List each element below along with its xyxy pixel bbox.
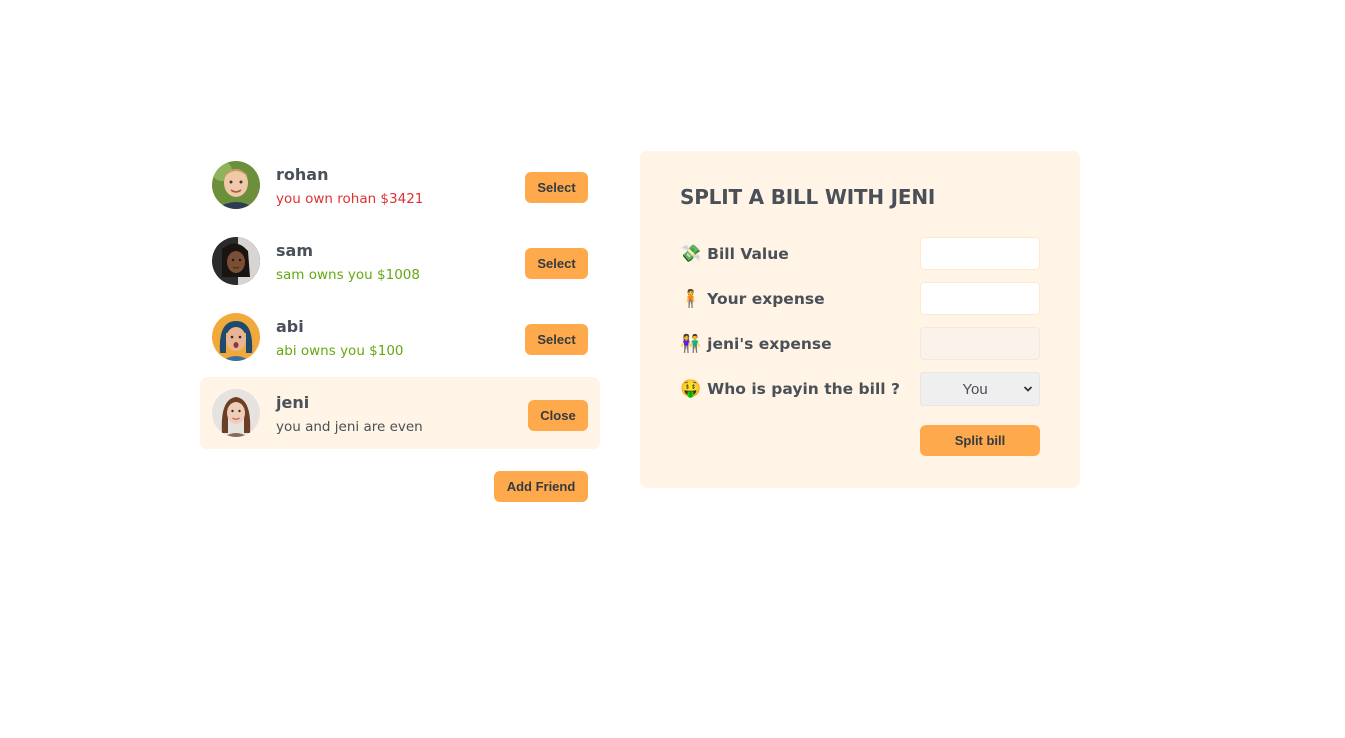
form-title: SPLIT A BILL WITH JENI [680, 185, 936, 209]
woman-avatar-icon [212, 389, 260, 437]
friend-item-sam: sam sam owns you $1008 Select [200, 225, 600, 297]
friend-name: abi [276, 317, 304, 336]
bill-value-label-text: Bill Value [707, 245, 789, 263]
friend-expense-row: 👫 jeni's expense [680, 327, 1040, 361]
money-mouth-face-icon: 🤑 [680, 379, 702, 399]
payer-selected-value: You [962, 380, 988, 398]
friend-expense-input [920, 327, 1040, 360]
your-expense-label-text: Your expense [707, 290, 825, 308]
boy-avatar-icon [212, 161, 260, 209]
friend-balance: abi owns you $100 [276, 343, 404, 359]
friend-item-abi: abi abi owns you $100 Select [200, 301, 600, 373]
payer-label: 🤑 Who is payin the bill ? [680, 379, 900, 399]
girl-avatar-icon [212, 237, 260, 285]
friend-expense-label-text: jeni's expense [707, 335, 832, 353]
friend-expense-label: 👫 jeni's expense [680, 334, 832, 354]
woman-avatar-icon [212, 313, 260, 361]
select-button[interactable]: Select [525, 172, 588, 203]
friend-name: rohan [276, 165, 329, 184]
friend-name: sam [276, 241, 313, 260]
money-with-wings-icon: 💸 [680, 244, 702, 264]
select-button[interactable]: Select [525, 248, 588, 279]
close-button[interactable]: Close [528, 400, 588, 431]
friends-sidebar: rohan you own rohan $3421 Select sam sam… [200, 149, 600, 502]
friend-balance: you own rohan $3421 [276, 191, 424, 207]
bill-value-row: 💸 Bill Value [680, 237, 1040, 271]
app: rohan you own rohan $3421 Select sam sam… [0, 0, 1345, 738]
your-expense-input[interactable] [920, 282, 1040, 315]
split-bill-button[interactable]: Split bill [920, 425, 1040, 456]
your-expense-label: 🧍 Your expense [680, 289, 825, 309]
add-friend-button[interactable]: Add Friend [494, 471, 588, 502]
friend-balance: you and jeni are even [276, 419, 423, 435]
split-bill-form: SPLIT A BILL WITH JENI 💸 Bill Value 🧍 Yo… [640, 151, 1080, 488]
bill-value-input[interactable] [920, 237, 1040, 270]
payer-row: 🤑 Who is payin the bill ? You [680, 372, 1040, 406]
friend-name: jeni [276, 393, 310, 412]
payer-select[interactable]: You [920, 372, 1040, 406]
friend-item-rohan: rohan you own rohan $3421 Select [200, 149, 600, 221]
your-expense-row: 🧍 Your expense [680, 282, 1040, 316]
select-button[interactable]: Select [525, 324, 588, 355]
payer-label-text: Who is payin the bill ? [707, 380, 900, 398]
bill-value-label: 💸 Bill Value [680, 244, 789, 264]
friends-list: rohan you own rohan $3421 Select sam sam… [200, 149, 600, 449]
friend-item-jeni: jeni you and jeni are even Close [200, 377, 600, 449]
person-standing-icon: 🧍 [680, 289, 702, 309]
friend-balance: sam owns you $1008 [276, 267, 420, 283]
couple-icon: 👫 [680, 334, 702, 354]
chevron-down-icon [1023, 386, 1033, 392]
